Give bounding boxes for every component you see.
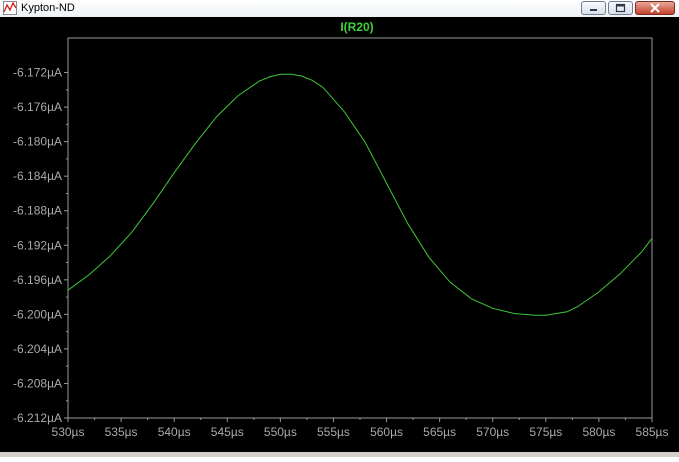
x-tick-label: 575µs bbox=[529, 425, 562, 439]
minimize-button[interactable] bbox=[581, 1, 606, 15]
x-tick-label: 545µs bbox=[211, 425, 244, 439]
y-tick-label: -6.188µA bbox=[13, 204, 62, 218]
y-tick-label: -6.212µA bbox=[13, 411, 62, 425]
y-tick-label: -6.180µA bbox=[13, 135, 62, 149]
y-tick-label: -6.208µA bbox=[13, 376, 62, 390]
x-tick-label: 535µs bbox=[105, 425, 138, 439]
plot-frame bbox=[67, 37, 653, 419]
y-tick-label: -6.196µA bbox=[13, 273, 62, 287]
y-axis: -6.172µA -6.176µA -6.180µA -6.184µA -6.188µA… bbox=[13, 66, 68, 425]
trace-layer bbox=[67, 73, 653, 316]
bottom-strip bbox=[0, 452, 679, 457]
x-tick-label: 585µs bbox=[636, 425, 669, 439]
y-tick-label: -6.192µA bbox=[13, 238, 62, 252]
y-tick-label: -6.200µA bbox=[13, 307, 62, 321]
close-icon bbox=[650, 3, 660, 13]
x-axis: 530µs 535µs 540µs 545µs 550µs 555µs 560µs 565µs… bbox=[52, 418, 669, 439]
x-tick-label: 530µs bbox=[52, 425, 85, 439]
window-titlebar[interactable]: Kypton-ND bbox=[0, 0, 679, 18]
maximize-button[interactable] bbox=[608, 1, 633, 15]
x-tick-label: 570µs bbox=[476, 425, 509, 439]
chart-title: I(R20) bbox=[340, 20, 373, 34]
y-tick-label: -6.172µA bbox=[13, 66, 62, 80]
x-tick-label: 565µs bbox=[423, 425, 456, 439]
waveform-chart[interactable]: I(R20) -6.172µA-6.176µA-6.180µA-6.184µA-… bbox=[0, 17, 679, 457]
series-line-0 bbox=[67, 73, 653, 316]
plot-pane[interactable]: I(R20) -6.172µA -6.176µA -6.180µA -6.184µA -… bbox=[0, 17, 679, 457]
x-tick-label: 580µs bbox=[582, 425, 615, 439]
minimize-icon bbox=[590, 9, 597, 11]
x-tick-label: 550µs bbox=[264, 425, 297, 439]
waveform-icon bbox=[3, 1, 17, 15]
x-tick-label: 560µs bbox=[370, 425, 403, 439]
y-tick-label: -6.204µA bbox=[13, 342, 62, 356]
close-button[interactable] bbox=[635, 1, 675, 15]
maximize-icon bbox=[615, 3, 626, 13]
x-tick-label: 555µs bbox=[317, 425, 350, 439]
y-tick-label: -6.176µA bbox=[13, 100, 62, 114]
window-title: Kypton-ND bbox=[21, 2, 75, 14]
x-tick-label: 540µs bbox=[158, 425, 191, 439]
y-tick-label: -6.184µA bbox=[13, 169, 62, 183]
